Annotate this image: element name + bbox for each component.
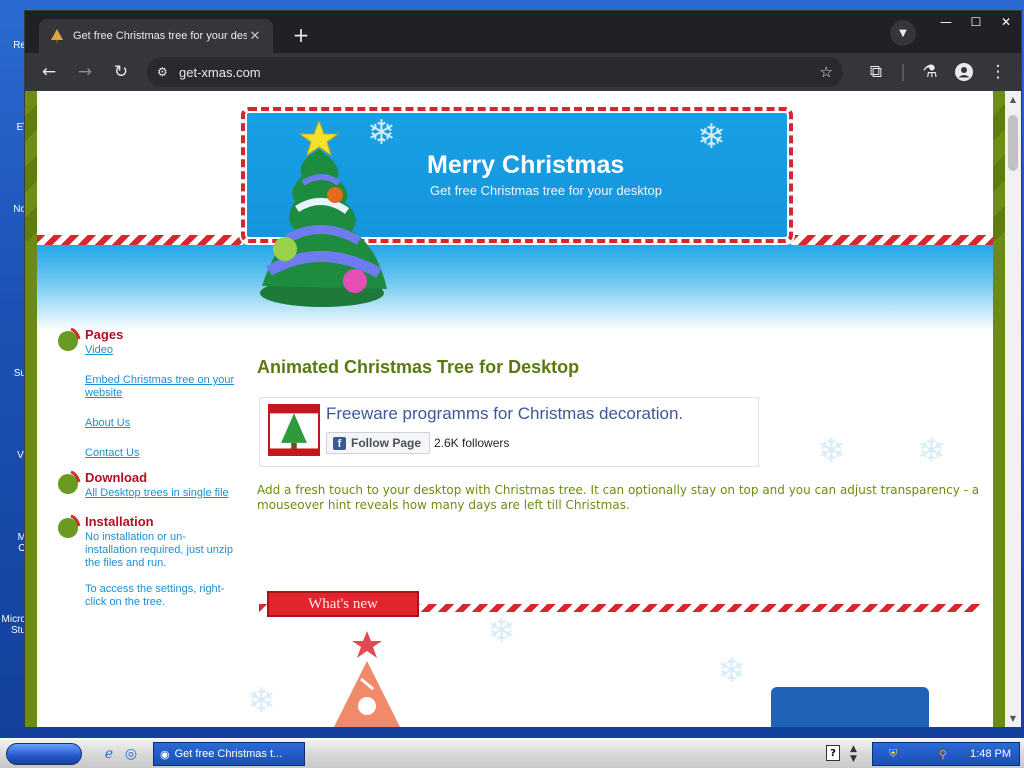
desktop-label-2[interactable]: E\ bbox=[0, 122, 26, 133]
scroll-up-arrow-icon[interactable]: ▲ bbox=[1005, 95, 1021, 104]
tab-active[interactable]: Get free Christmas tree for your desktop… bbox=[39, 19, 273, 53]
back-arrow-icon[interactable]: ← bbox=[31, 54, 67, 90]
menu-kebab-icon[interactable]: ⋮ bbox=[981, 54, 1015, 90]
ornament-ball-icon bbox=[58, 514, 81, 538]
site-info-icon[interactable]: ⚙ bbox=[157, 65, 179, 79]
tree-favicon-icon bbox=[49, 28, 65, 44]
facebook-page-title[interactable]: Freeware programms for Christmas decorat… bbox=[326, 404, 683, 424]
labs-flask-icon[interactable]: ⚗ bbox=[913, 54, 947, 90]
sidebar-link-embed[interactable]: Embed Christmas tree on your website bbox=[85, 374, 235, 400]
tab-search-chevron-icon[interactable]: ▼ bbox=[890, 20, 916, 46]
snowflake-icon: ❄ bbox=[717, 651, 746, 691]
candy-cane-border-left bbox=[37, 235, 243, 245]
desktop-label-5[interactable]: Vl bbox=[0, 450, 26, 461]
maximize-icon[interactable]: ☐ bbox=[961, 11, 991, 33]
small-tree-image bbox=[334, 631, 400, 727]
follow-page-label: Follow Page bbox=[351, 436, 422, 450]
url-text[interactable]: get-xmas.com bbox=[179, 65, 820, 80]
scrollbar-thumb[interactable] bbox=[1008, 115, 1018, 171]
bookmark-star-icon[interactable]: ☆ bbox=[820, 63, 833, 81]
browser-quicklaunch-icon[interactable]: ◎ bbox=[122, 745, 140, 763]
clock[interactable]: 1:48 PM bbox=[970, 748, 1011, 760]
desktop-label-3[interactable]: No bbox=[0, 204, 26, 215]
sky-gradient bbox=[37, 241, 993, 331]
sidebar-download: Download All Desktop trees in single fil… bbox=[55, 470, 235, 500]
snowflake-icon: ❄ bbox=[247, 681, 276, 721]
main-description: Add a fresh touch to your desktop with C… bbox=[257, 483, 980, 512]
header-subtitle: Get free Christmas tree for your desktop bbox=[430, 183, 662, 198]
new-tab-icon[interactable]: + bbox=[289, 23, 313, 47]
browser-window: Get free Christmas tree for your desktop… bbox=[24, 10, 1022, 727]
taskbar: ℯ ◎ ◉ Get free Christmas t... ? ▲ ▼ ⛨ ⚲ 1… bbox=[0, 738, 1024, 768]
sidebar-link-video[interactable]: Video bbox=[85, 344, 235, 357]
desktop-label-4[interactable]: Su bbox=[0, 368, 26, 379]
browser-toolbar: ← → ↻ ⚙ get-xmas.com ☆ ⧉ | ⚗ ⋮ bbox=[25, 53, 1021, 91]
sidebar-link-about[interactable]: About Us bbox=[85, 417, 235, 430]
sidebar-link-contact[interactable]: Contact Us bbox=[85, 447, 235, 460]
snowflake-icon: ❄ bbox=[917, 431, 946, 471]
scroll-down-arrow-icon[interactable]: ▼ bbox=[1005, 714, 1021, 723]
christmas-tree-image bbox=[260, 121, 387, 307]
close-window-icon[interactable]: ✕ bbox=[991, 11, 1021, 33]
followers-count: 2.6K followers bbox=[434, 436, 510, 450]
desktop-label-1[interactable]: Re bbox=[0, 40, 26, 51]
sidebar-link-download-all[interactable]: All Desktop trees in single file bbox=[85, 487, 235, 500]
forward-arrow-icon[interactable]: → bbox=[67, 54, 103, 90]
desktop-label-7[interactable]: Micro Stu bbox=[0, 614, 26, 636]
page-logo-tree-icon[interactable] bbox=[268, 404, 320, 456]
tab-bar: Get free Christmas tree for your desktop… bbox=[25, 11, 1021, 53]
vertical-scrollbar[interactable]: ▲ ▼ bbox=[1005, 91, 1021, 727]
toolbar-right-actions: ⧉ | ⚗ ⋮ bbox=[859, 53, 1015, 91]
tab-close-icon[interactable]: ✕ bbox=[247, 28, 263, 44]
reload-icon[interactable]: ↻ bbox=[103, 54, 139, 90]
sidebar-heading-download: Download bbox=[85, 470, 148, 485]
facebook-f-icon: f bbox=[333, 436, 346, 450]
sidebar-installation: Installation No installation or un-insta… bbox=[55, 514, 235, 609]
internet-explorer-icon[interactable]: ℯ bbox=[100, 745, 118, 763]
system-tray: ⛨ ⚲ 1:48 PM bbox=[872, 742, 1020, 766]
tab-title: Get free Christmas tree for your desktop bbox=[73, 30, 247, 42]
chrome-icon: ◉ bbox=[160, 748, 170, 761]
snowflake-icon: ❄ bbox=[487, 611, 516, 651]
ornament-ball-icon bbox=[58, 470, 81, 494]
search-tray-icon[interactable]: ⚲ bbox=[939, 748, 947, 761]
desktop-label-6[interactable]: M O bbox=[0, 532, 26, 554]
main-title: Animated Christmas Tree for Desktop bbox=[257, 357, 580, 377]
page-viewport: ❄ ❄ ❄ ❄ ❄ ❄ ❄ Merry Christmas Get free C… bbox=[25, 91, 1007, 727]
security-shield-icon[interactable]: ⛨ bbox=[889, 748, 897, 761]
start-button[interactable] bbox=[6, 743, 82, 765]
window-controls: — ☐ ✕ bbox=[931, 11, 1021, 35]
installation-text-1: No installation or un-installation requi… bbox=[85, 531, 233, 569]
help-icon[interactable]: ? bbox=[826, 745, 840, 761]
snowflake-icon: ❄ bbox=[817, 431, 846, 471]
minimize-icon[interactable]: — bbox=[931, 11, 961, 33]
follow-page-button[interactable]: f Follow Page bbox=[326, 432, 431, 454]
candy-cane-border-right bbox=[791, 235, 993, 245]
tray-expand-icon[interactable]: ▲ ▼ bbox=[850, 744, 857, 764]
blue-panel bbox=[771, 687, 929, 727]
sidebar: Pages Video Embed Christmas tree on your… bbox=[55, 327, 235, 622]
facebook-page-widget: Freeware programms for Christmas decorat… bbox=[259, 397, 759, 467]
taskbar-item-label: Get free Christmas t... bbox=[174, 748, 283, 760]
sidebar-pages: Pages Video Embed Christmas tree on your… bbox=[55, 327, 235, 460]
header-title: Merry Christmas bbox=[427, 151, 625, 179]
sidebar-heading-pages: Pages bbox=[85, 327, 124, 342]
snowflake-icon: ❄ bbox=[697, 117, 726, 157]
profile-avatar-icon[interactable] bbox=[947, 54, 981, 90]
installation-text-2: To access the settings, right-click on t… bbox=[85, 583, 225, 608]
sidebar-heading-installation: Installation bbox=[85, 514, 154, 529]
taskbar-item-browser[interactable]: ◉ Get free Christmas t... bbox=[153, 742, 305, 766]
address-bar[interactable]: ⚙ get-xmas.com ☆ bbox=[147, 57, 843, 87]
ornament-ball-icon bbox=[58, 327, 81, 351]
toolbar-divider: | bbox=[900, 62, 906, 82]
extensions-icon[interactable]: ⧉ bbox=[859, 54, 893, 90]
page-content: ❄ ❄ ❄ ❄ ❄ ❄ ❄ Merry Christmas Get free C… bbox=[37, 91, 993, 727]
whats-new-banner: What's new bbox=[267, 591, 419, 617]
